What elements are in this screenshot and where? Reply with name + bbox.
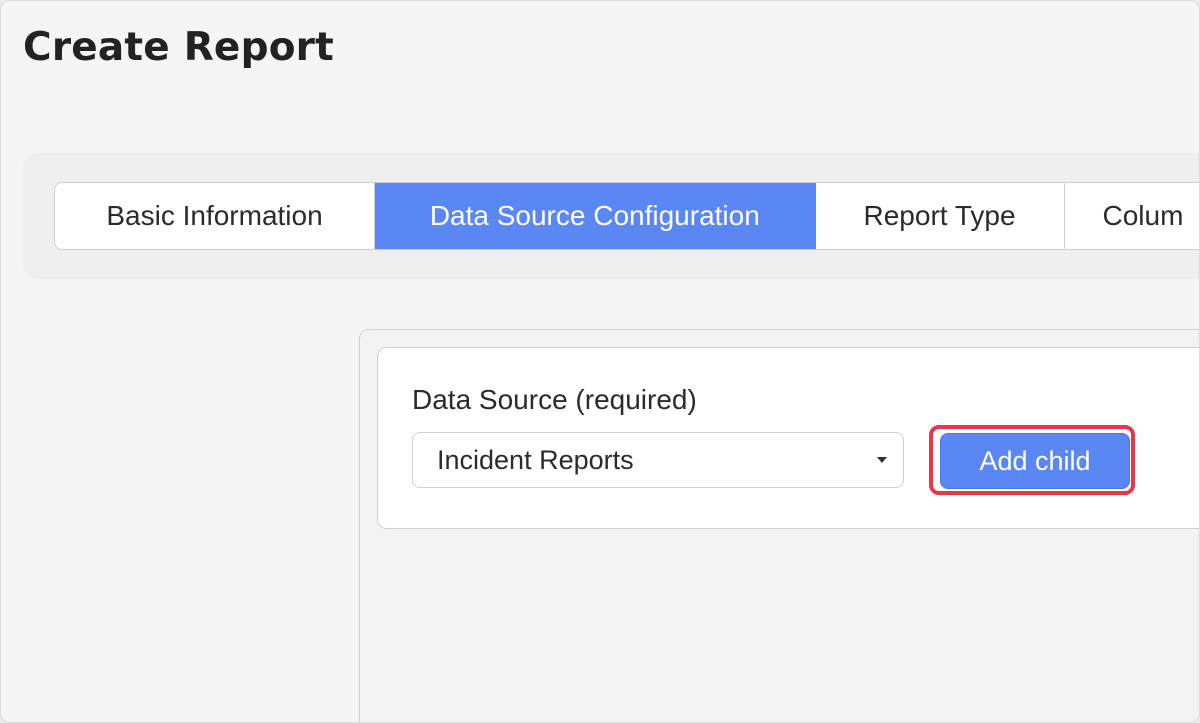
caret-down-icon	[877, 457, 887, 463]
data-source-select[interactable]: Incident Reports	[412, 432, 904, 488]
page-title: Create Report	[23, 25, 334, 70]
tab-basic-information[interactable]: Basic Information	[55, 183, 376, 249]
app-window: Create Report Basic Information Data Sou…	[0, 0, 1200, 723]
data-source-card: Data Source (required) Incident Reports …	[377, 347, 1199, 529]
data-source-selected-value: Incident Reports	[437, 444, 634, 475]
tab-data-source-configuration[interactable]: Data Source Configuration	[375, 183, 816, 249]
add-child-button[interactable]: Add child	[940, 433, 1130, 489]
data-source-label: Data Source (required)	[412, 384, 697, 415]
tab-report-type[interactable]: Report Type	[816, 183, 1065, 249]
wizard-tabs: Basic Information Data Source Configurat…	[54, 182, 1200, 250]
tab-columns[interactable]: Colum	[1065, 183, 1200, 249]
